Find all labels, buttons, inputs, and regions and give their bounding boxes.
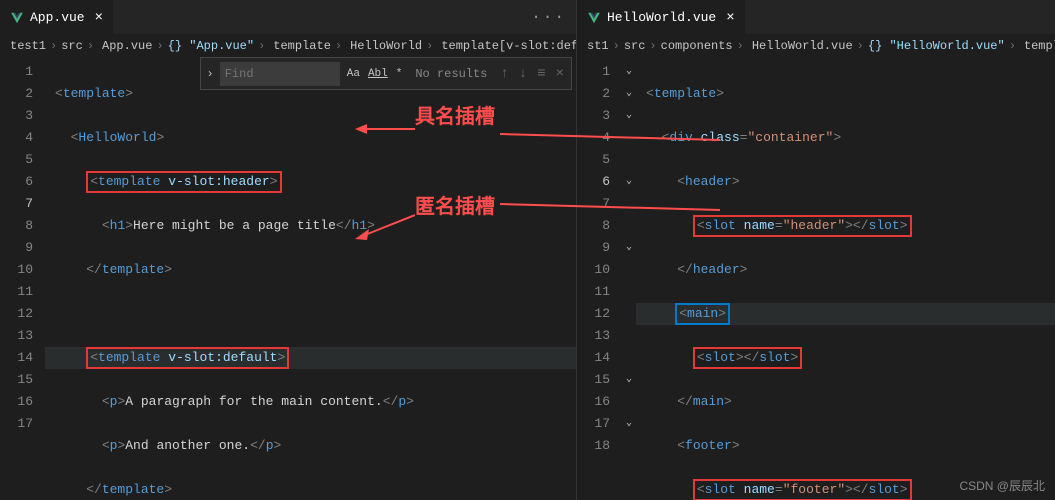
breadcrumb-right[interactable]: st1› src› components› HelloWorld.vue› {}… — [577, 35, 1055, 57]
fold-gutter[interactable]: ⌄⌄⌄⌄⌄⌄⌄ — [622, 57, 636, 500]
match-case-button[interactable]: Aa — [344, 66, 363, 82]
prev-match-button[interactable]: ↑ — [497, 66, 511, 82]
code-content[interactable]: <template> <div class="container"> <head… — [636, 57, 1055, 500]
find-input[interactable] — [220, 62, 340, 86]
highlight-anon-slot-src: <template v-slot:default> — [86, 347, 289, 369]
editor-left[interactable]: › Aa Abl * No results ↑ ↓ ≡ × 1234567891… — [0, 57, 576, 500]
line-gutter: 1234567891011121314151617 — [0, 57, 45, 500]
find-results: No results — [409, 67, 493, 81]
breadcrumb-left[interactable]: test1› src› App.vue› {} "App.vue"› templ… — [0, 35, 576, 57]
highlight-footer-slot: <slot name="footer"></slot> — [693, 479, 912, 500]
tab-label: App.vue — [30, 10, 85, 25]
close-find-button[interactable]: × — [553, 66, 567, 82]
tabs-left: App.vue × ··· — [0, 0, 576, 35]
vue-icon — [10, 11, 24, 25]
close-icon[interactable]: × — [95, 10, 103, 26]
highlight-anon-slot-dst: <slot></slot> — [693, 347, 802, 369]
tab-actions[interactable]: ··· — [521, 0, 576, 34]
editor-right[interactable]: 123456789101112131415161718 ⌄⌄⌄⌄⌄⌄⌄ <tem… — [577, 57, 1055, 500]
tab-label: HelloWorld.vue — [607, 10, 716, 25]
watermark: CSDN @辰辰北 — [959, 477, 1045, 494]
line-gutter: 123456789101112131415161718 — [577, 57, 622, 500]
tab-helloworld-vue[interactable]: HelloWorld.vue × — [577, 0, 745, 35]
chevron-right-icon[interactable]: › — [205, 67, 216, 81]
next-match-button[interactable]: ↓ — [516, 66, 530, 82]
tabs-right: HelloWorld.vue × — [577, 0, 1055, 35]
close-icon[interactable]: × — [726, 10, 734, 26]
tab-app-vue[interactable]: App.vue × — [0, 0, 113, 35]
highlight-named-slot-src: <template v-slot:header> — [86, 171, 281, 193]
highlight-named-slot-dst: <slot name="header"></slot> — [693, 215, 912, 237]
vue-icon — [587, 11, 601, 25]
code-content[interactable]: <template> <HelloWorld> <template v-slot… — [45, 57, 576, 500]
match-word-button[interactable]: Abl — [365, 66, 391, 82]
find-widget: › Aa Abl * No results ↑ ↓ ≡ × — [200, 57, 572, 90]
find-selection-button[interactable]: ≡ — [534, 66, 548, 82]
regex-button[interactable]: * — [393, 66, 406, 82]
